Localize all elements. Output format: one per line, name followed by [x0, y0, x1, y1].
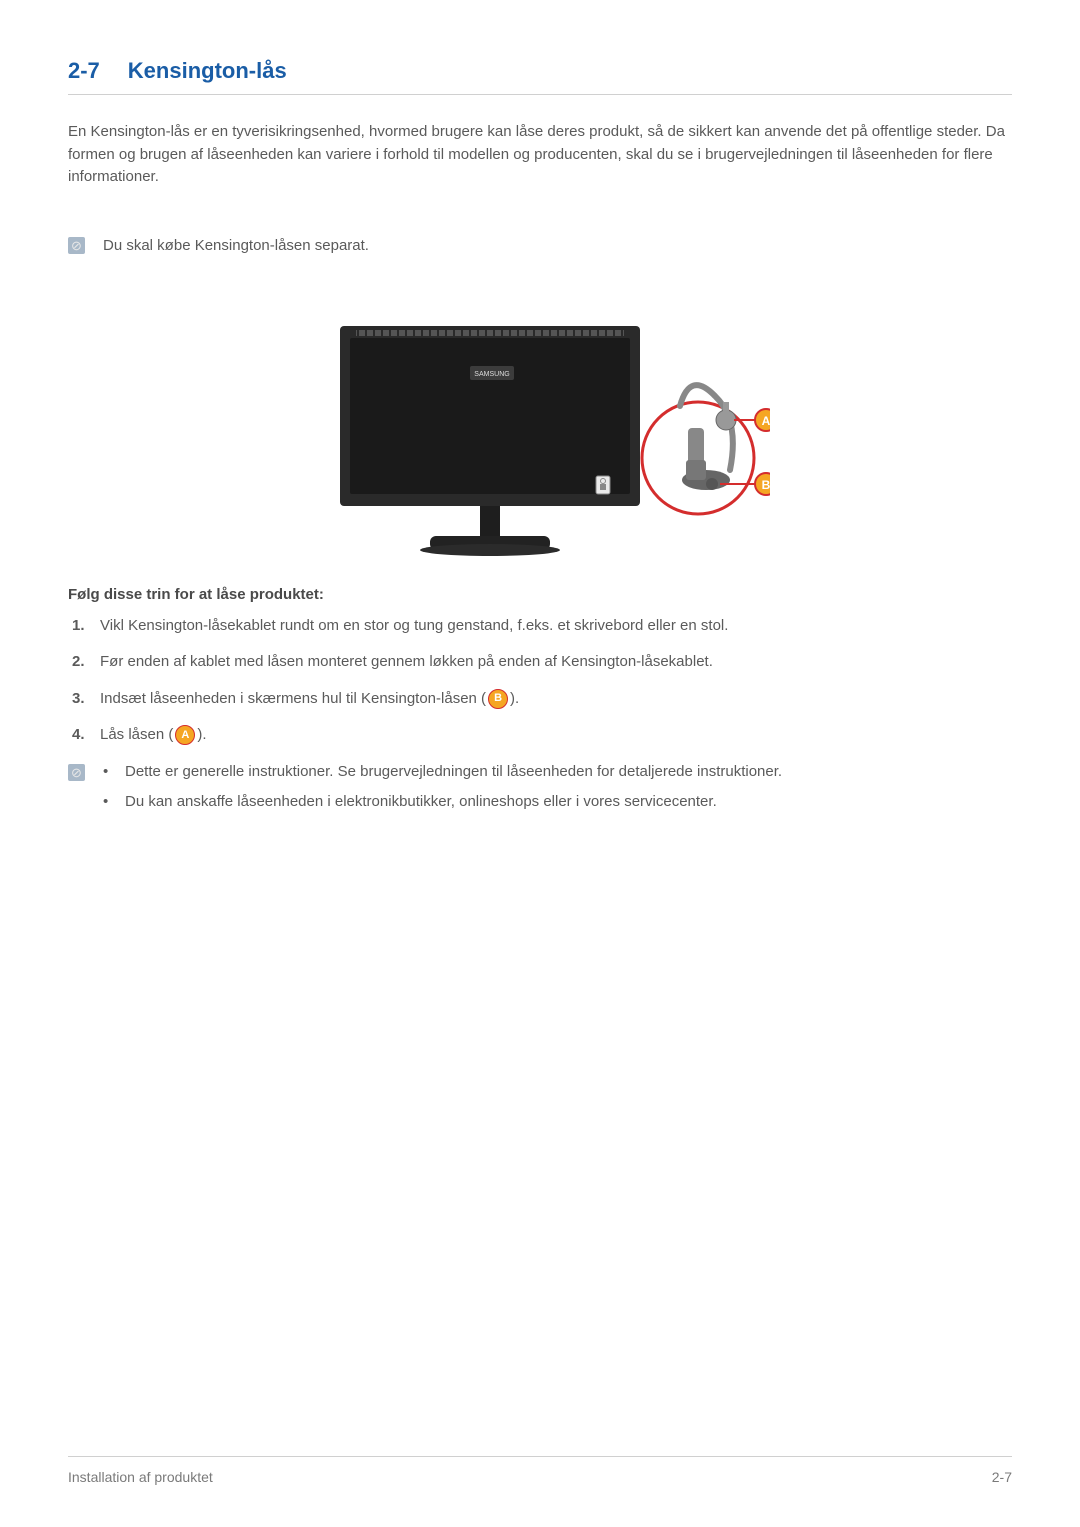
bullet-dot-icon: • [103, 791, 113, 814]
badge-a-inline: A [175, 725, 195, 745]
step-text: Før enden af kablet med låsen monteret g… [100, 651, 713, 674]
note-bullet: • Dette er generelle instruktioner. Se b… [103, 761, 782, 784]
page-footer: Installation af produktet 2-7 [68, 1456, 1012, 1485]
kensington-figure: SAMSUNG A [68, 310, 1012, 556]
note-bullet-list: • Dette er generelle instruktioner. Se b… [103, 761, 782, 822]
step-number: 2. [72, 651, 90, 674]
callout-badge-a: A [762, 414, 770, 428]
bullet-dot-icon: • [103, 761, 113, 784]
note-bullet: • Du kan anskaffe låseenheden i elektron… [103, 791, 782, 814]
monitor-lock-illustration: SAMSUNG A [310, 310, 770, 556]
steps-list: 1. Vikl Kensington-låsekablet rundt om e… [68, 615, 1012, 747]
note-icon [68, 764, 85, 781]
step-number: 3. [72, 688, 90, 711]
step-text: Vikl Kensington-låsekablet rundt om en s… [100, 615, 728, 638]
step-2: 2. Før enden af kablet med låsen montere… [72, 651, 1012, 674]
note-icon [68, 237, 85, 254]
footer-right: 2-7 [992, 1469, 1012, 1485]
section-number: 2-7 [68, 58, 100, 84]
step-number: 4. [72, 724, 90, 747]
section-title: Kensington-lås [128, 58, 287, 84]
note-text: Du skal købe Kensington-låsen separat. [103, 237, 369, 254]
step-1: 1. Vikl Kensington-låsekablet rundt om e… [72, 615, 1012, 638]
step-text: Lås låsen (A). [100, 724, 207, 747]
badge-b-inline: B [488, 689, 508, 709]
brand-label: SAMSUNG [474, 371, 509, 378]
step-text: Indsæt låseenheden i skærmens hul til Ke… [100, 688, 519, 711]
note-bullet-text: Dette er generelle instruktioner. Se bru… [125, 761, 782, 784]
section-heading: 2-7 Kensington-lås [68, 58, 1012, 95]
footer-left: Installation af produktet [68, 1469, 213, 1485]
step-4: 4. Lås låsen (A). [72, 724, 1012, 747]
note-bullet-text: Du kan anskaffe låseenheden i elektronik… [125, 791, 717, 814]
steps-heading: Følg disse trin for at låse produktet: [68, 586, 1012, 603]
note-separate-purchase: Du skal købe Kensington-låsen separat. [68, 237, 1012, 254]
step-3: 3. Indsæt låseenheden i skærmens hul til… [72, 688, 1012, 711]
note-general-instructions: • Dette er generelle instruktioner. Se b… [68, 761, 1012, 822]
intro-paragraph: En Kensington-lås er en tyverisikringsen… [68, 121, 1012, 189]
step-number: 1. [72, 615, 90, 638]
callout-badge-b: B [762, 478, 770, 492]
